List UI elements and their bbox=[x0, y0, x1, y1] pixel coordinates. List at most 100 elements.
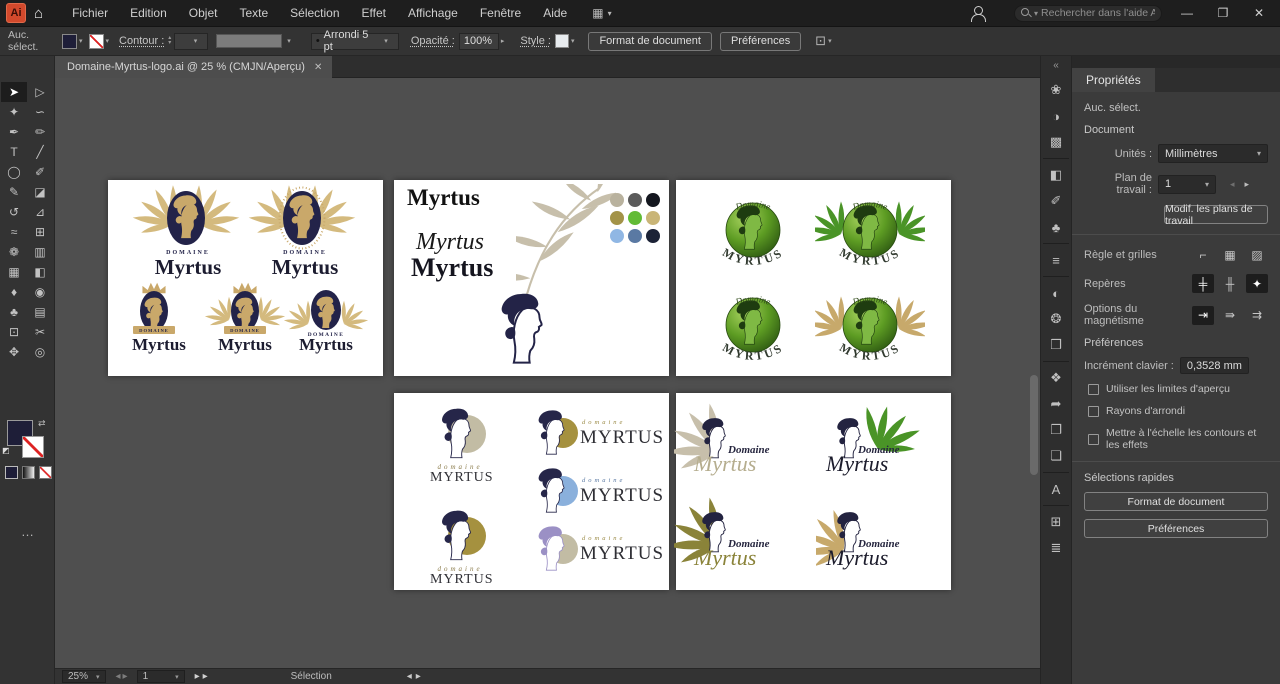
scale-strokes-option[interactable]: Mettre à l'échelle les contours et les e… bbox=[1088, 427, 1268, 451]
gradient-panel-icon[interactable]: ◧ bbox=[1044, 163, 1068, 187]
palette-swatch[interactable] bbox=[610, 229, 624, 243]
palette-swatch[interactable] bbox=[646, 193, 660, 207]
menu-effet[interactable]: Effet bbox=[351, 0, 397, 27]
isolate-icon[interactable]: ⊡ bbox=[815, 33, 826, 49]
style-swatch[interactable] bbox=[555, 34, 569, 48]
pencil-tool[interactable]: ✎ bbox=[1, 182, 27, 202]
width-profile-select[interactable] bbox=[216, 34, 282, 48]
curvature-tool[interactable]: ✏ bbox=[27, 122, 53, 142]
preview-bounds-option[interactable]: Utiliser les limites d'aperçu bbox=[1088, 383, 1268, 395]
checkbox-icon[interactable] bbox=[1088, 406, 1099, 417]
palette-swatch[interactable] bbox=[610, 193, 624, 207]
graph-tool[interactable]: ▤ bbox=[27, 302, 53, 322]
paintbrush-tool[interactable]: ✐ bbox=[27, 162, 53, 182]
chevron-down-icon[interactable]: ▾ bbox=[79, 37, 83, 45]
workspace-switcher[interactable]: ▦ ▾ bbox=[592, 6, 611, 20]
width-tool[interactable]: ≈ bbox=[1, 222, 27, 242]
stroke-weight-stepper[interactable]: ▴ ▾ bbox=[168, 36, 171, 46]
palette-swatch[interactable] bbox=[646, 229, 660, 243]
grid-icon[interactable]: ▦ bbox=[1219, 245, 1241, 264]
artboard-3[interactable]: Domaine MYRTUS Domaine MYRTUS Domaine MY… bbox=[676, 180, 951, 376]
transparency-panel-icon[interactable]: ◐ bbox=[1044, 281, 1068, 305]
mesh-tool[interactable]: ▦ bbox=[1, 262, 27, 282]
chevron-down-icon[interactable]: ▾ bbox=[571, 37, 575, 45]
artboards-panel-icon[interactable]: ❏ bbox=[1044, 444, 1068, 468]
ruler-icon[interactable]: ⌐ bbox=[1192, 245, 1214, 264]
transform-panel-icon[interactable]: ⊞ bbox=[1044, 510, 1068, 534]
menu-affichage[interactable]: Affichage bbox=[397, 0, 469, 27]
restore-button[interactable]: ❐ bbox=[1212, 6, 1234, 20]
palette-swatch[interactable] bbox=[610, 211, 624, 225]
blend-tool[interactable]: ◉ bbox=[27, 282, 53, 302]
tab-proprietes[interactable]: Propriétés bbox=[1072, 68, 1155, 92]
transparency-grid-icon[interactable]: ▨ bbox=[1246, 245, 1268, 264]
corner-radius-option[interactable]: Rayons d'arrondi bbox=[1088, 405, 1268, 417]
ellipse-tool[interactable]: ◯ bbox=[1, 162, 27, 182]
menu-objet[interactable]: Objet bbox=[178, 0, 229, 27]
magic-wand-tool[interactable]: ✦ bbox=[1, 102, 27, 122]
stroke-panel-icon[interactable]: ≡ bbox=[1044, 248, 1068, 272]
brushes-panel-icon[interactable]: ✐ bbox=[1044, 189, 1068, 213]
chevron-right-icon[interactable]: ▸ bbox=[501, 37, 505, 45]
appearance-panel-icon[interactable]: ❂ bbox=[1044, 307, 1068, 331]
artboard-prev-next[interactable]: ◂▸ bbox=[1230, 179, 1259, 190]
expand-panels-icon[interactable]: « bbox=[1053, 60, 1059, 71]
artboard-1[interactable]: DOMAINE Myrtus DOMAINE Myrtus DOMAINE DO… bbox=[108, 180, 383, 376]
menu-edition[interactable]: Edition bbox=[119, 0, 178, 27]
color-panel-icon[interactable]: ❀ bbox=[1044, 78, 1068, 102]
edit-toolbar-button[interactable]: … bbox=[0, 524, 55, 539]
swatches-panel-icon[interactable]: ▩ bbox=[1044, 130, 1068, 154]
snap-grid-icon[interactable]: ⇥ bbox=[1192, 306, 1214, 325]
canvas-vertical-scrollbar[interactable] bbox=[1030, 375, 1038, 475]
stroke-weight-label[interactable]: Contour : bbox=[119, 35, 164, 47]
snap-pixel-icon[interactable]: ⇉ bbox=[1246, 306, 1268, 325]
menu-texte[interactable]: Texte bbox=[228, 0, 279, 27]
gradient-tool[interactable]: ◧ bbox=[27, 262, 53, 282]
none-mode-button[interactable] bbox=[39, 466, 52, 479]
lasso-tool[interactable]: ∽ bbox=[27, 102, 53, 122]
account-icon[interactable] bbox=[970, 5, 986, 21]
palette-swatch[interactable] bbox=[646, 211, 660, 225]
export-panel-icon[interactable]: ➦ bbox=[1044, 392, 1068, 416]
preferences-button[interactable]: Préférences bbox=[720, 32, 801, 51]
rotate-tool[interactable]: ↺ bbox=[1, 202, 27, 222]
quick-preferences-button[interactable]: Préférences bbox=[1084, 519, 1268, 538]
menu-fenetre[interactable]: Fenêtre bbox=[469, 0, 532, 27]
default-fill-stroke-icon[interactable]: ◩ bbox=[2, 446, 10, 455]
swap-fill-stroke-icon[interactable]: ⇄ bbox=[38, 418, 46, 429]
scale-tool[interactable]: ⊿ bbox=[27, 202, 53, 222]
palette-swatch[interactable] bbox=[628, 211, 642, 225]
color-guide-panel-icon[interactable]: ◑ bbox=[1044, 104, 1068, 128]
menu-fichier[interactable]: Fichier bbox=[61, 0, 119, 27]
stroke-swatch[interactable] bbox=[89, 34, 104, 49]
layers-panel-icon[interactable]: ❖ bbox=[1044, 366, 1068, 390]
help-search-input[interactable]: ▾ Rechercher dans l'aide Adobe bbox=[1014, 5, 1162, 22]
palette-swatch[interactable] bbox=[628, 193, 642, 207]
document-tab[interactable]: Domaine-Myrtus-logo.ai @ 25 % (CMJN/Aper… bbox=[55, 56, 332, 78]
smart-guides-icon[interactable]: ✦ bbox=[1246, 274, 1268, 293]
graphic-styles-panel-icon[interactable]: ❒ bbox=[1044, 333, 1068, 357]
minimize-button[interactable]: — bbox=[1176, 6, 1198, 20]
document-setup-button[interactable]: Format de document bbox=[588, 32, 712, 51]
eyedropper-tool[interactable]: ♦ bbox=[1, 282, 27, 302]
line-segment-tool[interactable]: ╱ bbox=[27, 142, 53, 162]
prev-artboard-icon[interactable]: ◂ bbox=[1230, 179, 1245, 189]
home-icon[interactable]: ⌂ bbox=[34, 5, 43, 22]
close-button[interactable]: ✕ bbox=[1248, 6, 1270, 20]
align-panel-icon[interactable]: ≣ bbox=[1044, 536, 1068, 560]
quick-document-setup-button[interactable]: Format de document bbox=[1084, 492, 1268, 511]
stepper-down-icon[interactable]: ▾ bbox=[168, 41, 171, 46]
gradient-mode-button[interactable] bbox=[22, 466, 35, 479]
style-label[interactable]: Style : bbox=[520, 35, 551, 47]
selection-tool[interactable]: ➤ bbox=[1, 82, 27, 102]
next-artboard-icon[interactable]: ▸▸ bbox=[195, 671, 211, 682]
lock-guides-icon[interactable]: ╫ bbox=[1219, 274, 1241, 293]
checkbox-icon[interactable] bbox=[1088, 434, 1099, 445]
status-extra-icons[interactable]: ◂▸ bbox=[407, 671, 425, 682]
color-mode-button[interactable] bbox=[5, 466, 18, 479]
brush-definition-select[interactable]: • Arrondi 5 pt ▾ bbox=[311, 33, 399, 50]
units-select[interactable]: Millimètres ▾ bbox=[1158, 144, 1268, 163]
zoom-level-select[interactable]: 25% ▾ bbox=[62, 670, 106, 683]
character-panel-icon[interactable]: A bbox=[1044, 477, 1068, 501]
artboard-tool[interactable]: ⊡ bbox=[1, 322, 27, 342]
